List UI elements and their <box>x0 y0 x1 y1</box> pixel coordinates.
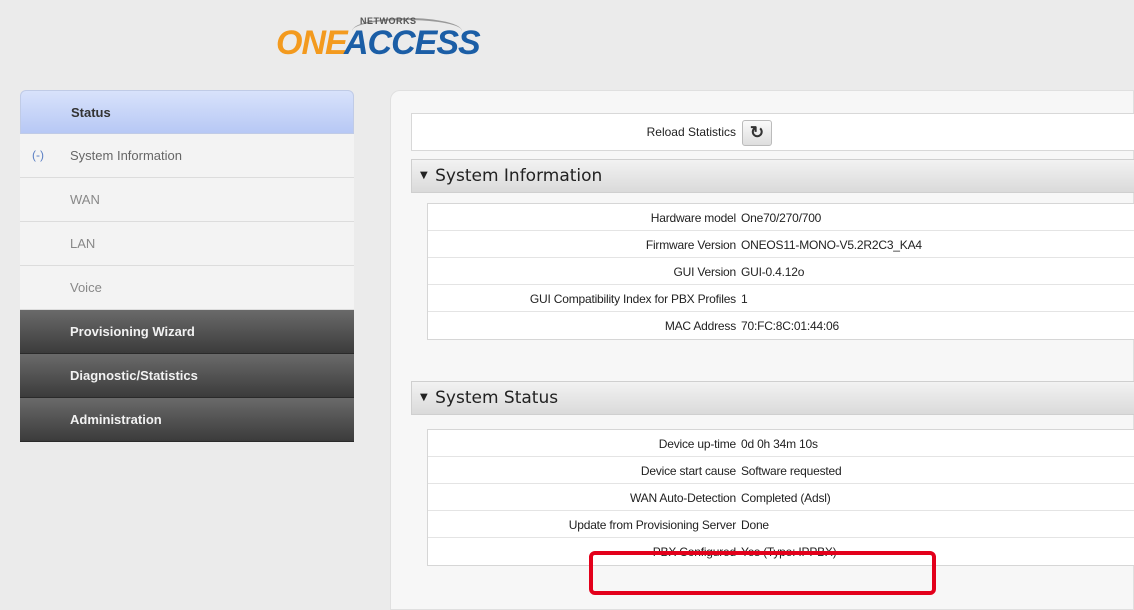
pbx-configured-highlight <box>589 551 936 595</box>
reload-statistics-button[interactable]: ↻ <box>742 120 772 146</box>
sidebar-item-diagnostic-statistics[interactable]: Diagnostic/Statistics <box>20 354 354 398</box>
sidebar-item-administration[interactable]: Administration <box>20 398 354 442</box>
expand-triangle-icon: ▼ <box>420 392 428 403</box>
oneaccess-logo: NETWORKS ONE ACCESS <box>276 14 496 70</box>
table-row: Device up-time 0d 0h 34m 10s <box>428 430 1134 457</box>
collapse-icon[interactable]: (-) <box>32 148 44 162</box>
system-status-header[interactable]: ▼ System Status <box>411 381 1134 415</box>
row-key: GUI Version <box>673 265 737 279</box>
table-row: Hardware model One70/270/700 <box>428 204 1134 231</box>
row-value: ONEOS11-MONO-V5.2R2C3_KA4 <box>741 238 922 252</box>
row-key: Hardware model <box>650 211 736 225</box>
sidebar-item-provisioning-wizard[interactable]: Provisioning Wizard <box>20 310 354 354</box>
table-row: GUI Version GUI-0.4.12o <box>428 258 1134 285</box>
sidebar-nav: Status (-) System Information WAN LAN Vo… <box>20 90 354 442</box>
sidebar-item-label: System Information <box>70 148 182 163</box>
main-panel: Reload Statistics ↻ ▼ System Information… <box>390 90 1134 610</box>
logo-one-text: ONE <box>276 24 348 62</box>
sidebar-item-status[interactable]: Status <box>20 90 354 134</box>
section-title: System Information <box>435 166 603 186</box>
refresh-icon: ↻ <box>749 123 765 142</box>
table-row: WAN Auto-Detection Completed (Adsl) <box>428 484 1134 511</box>
row-key: WAN Auto-Detection <box>630 491 736 505</box>
row-key: Device up-time <box>658 437 736 451</box>
row-key: Firmware Version <box>645 238 736 252</box>
reload-statistics-label: Reload Statistics <box>646 125 736 139</box>
table-row: Firmware Version ONEOS11-MONO-V5.2R2C3_K… <box>428 231 1134 258</box>
table-row: Update from Provisioning Server Done <box>428 511 1134 538</box>
row-value: GUI-0.4.12o <box>741 265 805 279</box>
table-row: MAC Address 70:FC:8C:01:44:06 <box>428 312 1134 339</box>
logo-access-text: ACCESS <box>344 24 481 62</box>
table-row: Device start cause Software requested <box>428 457 1134 484</box>
row-value: One70/270/700 <box>741 211 822 225</box>
system-information-table: Hardware model One70/270/700 Firmware Ve… <box>427 203 1134 340</box>
section-title: System Status <box>435 388 559 408</box>
row-key: MAC Address <box>664 319 736 333</box>
system-information-header[interactable]: ▼ System Information <box>411 159 1134 193</box>
row-value: 1 <box>741 292 748 306</box>
row-key: Update from Provisioning Server <box>568 518 736 532</box>
sidebar-item-voice[interactable]: Voice <box>20 266 354 310</box>
sidebar-item-system-information[interactable]: (-) System Information <box>20 134 354 178</box>
row-key: GUI Compatibility Index for PBX Profiles <box>529 292 736 306</box>
row-value: Software requested <box>741 464 842 478</box>
table-row: GUI Compatibility Index for PBX Profiles… <box>428 285 1134 312</box>
row-key: Device start cause <box>640 464 736 478</box>
sidebar-item-wan[interactable]: WAN <box>20 178 354 222</box>
sidebar-item-lan[interactable]: LAN <box>20 222 354 266</box>
row-value: Completed (Adsl) <box>741 491 831 505</box>
reload-bar: Reload Statistics ↻ <box>411 113 1134 151</box>
row-value: 70:FC:8C:01:44:06 <box>741 319 839 333</box>
row-value: 0d 0h 34m 10s <box>741 437 818 451</box>
system-status-table: Device up-time 0d 0h 34m 10s Device star… <box>427 429 1134 566</box>
row-value: Done <box>741 518 769 532</box>
expand-triangle-icon: ▼ <box>420 170 428 181</box>
